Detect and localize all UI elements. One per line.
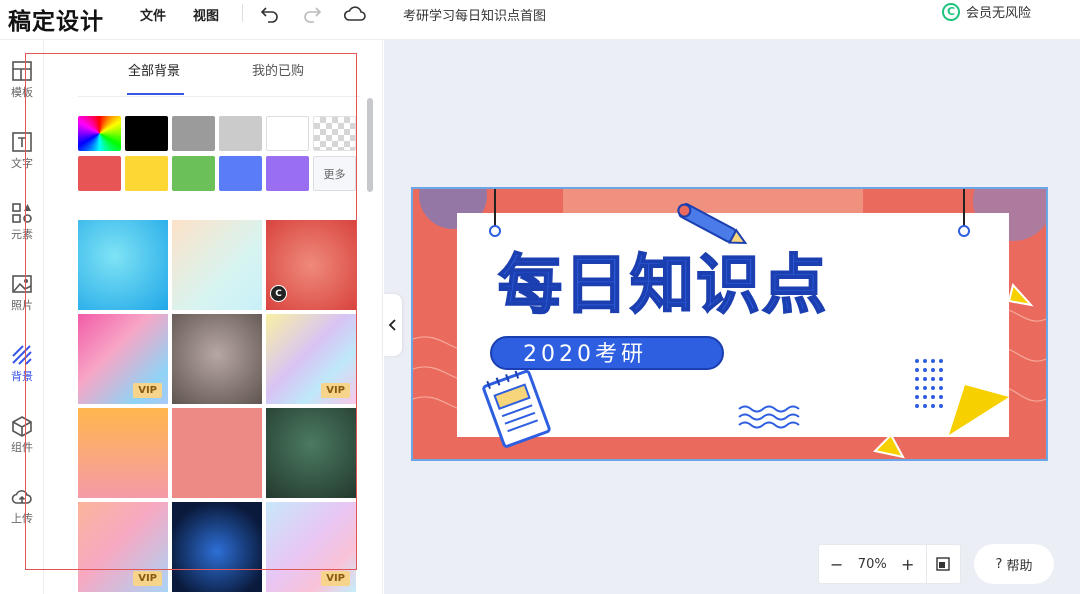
rail-label-photo: 照片 (11, 299, 33, 312)
rail-item-upload[interactable]: 上传 (0, 486, 44, 526)
bg-tile[interactable] (78, 408, 168, 498)
help-icon: ? (995, 556, 1003, 572)
zoom-control: − 70% + (818, 544, 961, 584)
bg-tile[interactable] (266, 408, 356, 498)
swatch-rainbow[interactable] (78, 116, 121, 151)
artboard-headline: 每日知识点 (498, 249, 828, 323)
artboard-art: 每日知识点 2020考研 (413, 189, 1046, 459)
top-bar: 稿定设计 文件 视图 考研学习每日知识点首图 C 会员无风险 (0, 0, 1080, 40)
bg-tile[interactable] (172, 502, 262, 592)
rail-item-template[interactable]: 模板 (0, 60, 44, 100)
vip-tag: VIP (321, 571, 350, 586)
swatch-green[interactable] (172, 156, 215, 191)
fit-to-screen-button[interactable] (925, 544, 961, 584)
swatch-black[interactable] (125, 116, 168, 151)
background-panel: 全部背景 我的已购 更多 C VIP VIP VIP VIP (44, 40, 383, 594)
swatch-blue[interactable] (219, 156, 262, 191)
bg-tile[interactable]: VIP (78, 314, 168, 404)
rail-label-background: 背景 (11, 370, 33, 383)
swatch-gray[interactable] (172, 116, 215, 151)
component-icon (12, 416, 32, 437)
photo-icon (12, 275, 32, 293)
rail-item-text[interactable]: 文字 (0, 131, 44, 171)
swatch-red[interactable] (78, 156, 121, 191)
fit-screen-icon (936, 557, 950, 571)
copyright-icon: C (942, 2, 960, 21)
tab-my-purchased[interactable]: 我的已购 (252, 60, 304, 79)
upload-icon (11, 490, 32, 504)
zoom-in-button[interactable]: + (890, 555, 926, 574)
swatch-transparent[interactable] (313, 116, 356, 151)
bg-tile[interactable]: VIP (266, 502, 356, 592)
tab-all-backgrounds[interactable]: 全部背景 (128, 60, 180, 79)
swatch-yellow[interactable] (125, 156, 168, 191)
rail-label-upload: 上传 (11, 512, 33, 525)
vip-tag: VIP (133, 383, 162, 398)
rail-item-component[interactable]: 组件 (0, 415, 44, 455)
rail-item-background[interactable]: 背景 (0, 344, 44, 384)
rail-item-elements[interactable]: 元素 (0, 202, 44, 242)
zoom-level[interactable]: 70% (855, 557, 891, 572)
more-colors-button[interactable]: 更多 (313, 156, 356, 191)
rail-label-component: 组件 (11, 441, 33, 454)
help-button[interactable]: ? 帮助 (974, 544, 1054, 584)
swatch-purple[interactable] (266, 156, 309, 191)
document-title[interactable]: 考研学习每日知识点首图 (403, 5, 546, 24)
text-icon (12, 132, 32, 152)
rail-label-elements: 元素 (11, 228, 33, 241)
bg-tile[interactable] (78, 220, 168, 310)
bg-tile[interactable] (172, 220, 262, 310)
swatch-light-gray[interactable] (219, 116, 262, 151)
redo-icon[interactable] (301, 2, 323, 24)
template-icon (12, 61, 32, 81)
bg-tile[interactable] (172, 314, 262, 404)
vip-tag: VIP (133, 571, 162, 586)
menu-file[interactable]: 文件 (140, 5, 166, 24)
vip-tag: VIP (321, 383, 350, 398)
bg-tile[interactable]: C (266, 220, 356, 310)
zoom-out-button[interactable]: − (819, 555, 855, 574)
bg-tile[interactable] (172, 408, 262, 498)
rail-item-photo[interactable]: 照片 (0, 273, 44, 313)
bg-tile[interactable]: VIP (266, 314, 356, 404)
copyright-tag: C (270, 285, 287, 302)
toolbar-divider (242, 4, 243, 22)
bg-tile[interactable]: VIP (78, 502, 168, 592)
vip-guarantee-label: 会员无风险 (966, 6, 1032, 21)
rail-label-text: 文字 (11, 157, 33, 170)
undo-icon[interactable] (259, 2, 281, 24)
elements-icon (12, 203, 32, 223)
left-rail: 模板 文字 元素 照片 背景 组件 上传 (0, 40, 44, 594)
cloud-save-icon[interactable] (343, 2, 367, 24)
active-tab-indicator (127, 93, 184, 95)
artboard-subtitle: 2020考研 (523, 342, 647, 367)
chevron-left-icon (388, 319, 396, 331)
collapse-panel-button[interactable] (383, 294, 402, 356)
swatch-white[interactable] (266, 116, 309, 151)
rail-label-template: 模板 (11, 86, 33, 99)
vip-guarantee-badge[interactable]: C 会员无风险 (942, 2, 1031, 21)
tab-divider (78, 96, 360, 97)
app-logo[interactable]: 稿定设计 (8, 2, 104, 36)
background-icon (12, 345, 32, 365)
panel-scrollbar[interactable] (367, 98, 373, 192)
help-label: 帮助 (1006, 558, 1033, 574)
design-artboard[interactable]: 每日知识点 2020考研 (411, 187, 1048, 461)
menu-view[interactable]: 视图 (193, 5, 219, 24)
